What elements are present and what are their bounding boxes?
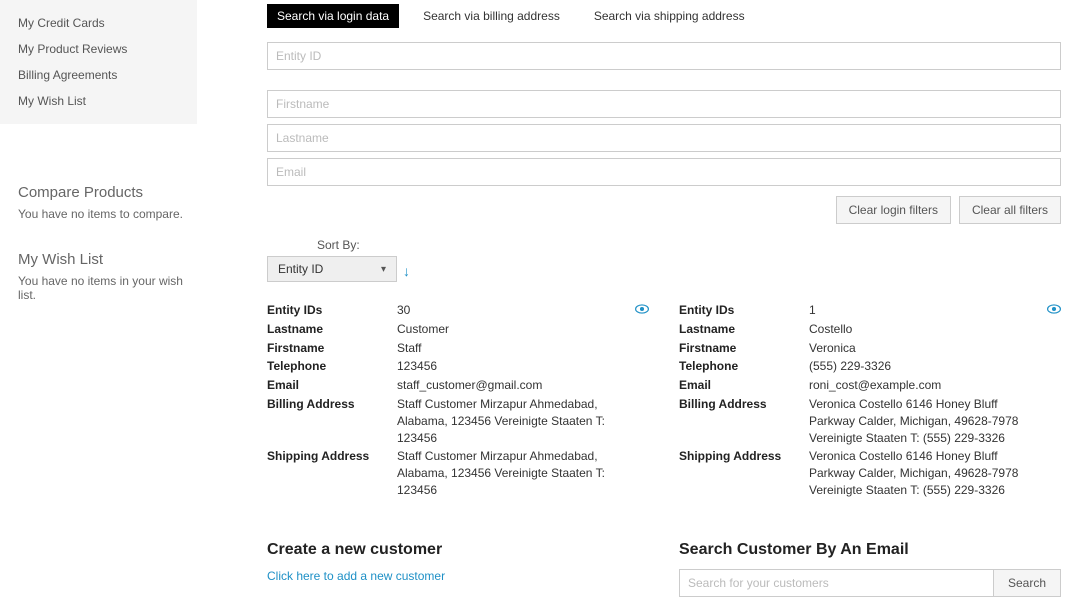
compare-title: Compare Products [18,184,183,201]
search-customer-title: Search Customer By An Email [679,541,1061,559]
value-lastname: Costello [809,321,1045,338]
filter-entity-id-input[interactable] [267,42,1061,70]
sort-by-select[interactable]: Entity ID ▾ [267,256,397,282]
filter-lastname-input[interactable] [267,124,1061,152]
search-customer-button[interactable]: Search [993,570,1060,596]
filter-firstname-input[interactable] [267,90,1061,118]
value-billing-address: Staff Customer Mirzapur Ahmedabad, Alaba… [397,396,633,446]
wishlist-title: My Wish List [18,251,183,268]
label-lastname: Lastname [267,321,397,338]
label-shipping-address: Shipping Address [267,448,397,498]
value-shipping-address: Staff Customer Mirzapur Ahmedabad, Alaba… [397,448,633,498]
sidebar-item-product-reviews[interactable]: My Product Reviews [0,36,197,62]
label-firstname: Firstname [679,340,809,357]
tab-search-billing[interactable]: Search via billing address [413,4,570,28]
value-firstname: Staff [397,340,633,357]
value-email: staff_customer@gmail.com [397,377,633,394]
sidebar-item-credit-cards[interactable]: My Credit Cards [0,10,197,36]
view-customer-icon[interactable] [635,304,649,314]
label-lastname: Lastname [679,321,809,338]
value-telephone: (555) 229-3326 [809,358,1045,375]
chevron-down-icon: ▾ [381,264,386,275]
label-billing-address: Billing Address [267,396,397,446]
search-customer-input[interactable] [680,570,993,596]
value-billing-address: Veronica Costello 6146 Honey Bluff Parkw… [809,396,1045,446]
label-email: Email [267,377,397,394]
clear-all-filters-button[interactable]: Clear all filters [959,196,1061,224]
customer-card: Entity IDs1 LastnameCostello FirstnameVe… [679,302,1061,501]
value-telephone: 123456 [397,358,633,375]
label-telephone: Telephone [267,358,397,375]
value-email: roni_cost@example.com [809,377,1045,394]
compare-text: You have no items to compare. [18,207,183,221]
sort-direction-icon[interactable]: ↓ [403,264,410,282]
value-firstname: Veronica [809,340,1045,357]
value-entity-id: 30 [397,302,633,319]
sort-by-label: Sort By: [317,238,397,252]
customer-card: Entity IDs30 LastnameCustomer FirstnameS… [267,302,649,501]
sidebar-item-wish-list[interactable]: My Wish List [0,88,197,114]
tab-search-shipping[interactable]: Search via shipping address [584,4,755,28]
clear-login-filters-button[interactable]: Clear login filters [836,196,951,224]
filter-email-input[interactable] [267,158,1061,186]
value-lastname: Customer [397,321,633,338]
value-shipping-address: Veronica Costello 6146 Honey Bluff Parkw… [809,448,1045,498]
create-customer-title: Create a new customer [267,541,649,559]
wishlist-text: You have no items in your wish list. [18,274,183,302]
sort-by-selected: Entity ID [278,262,323,276]
label-email: Email [679,377,809,394]
sidebar-item-billing-agreements[interactable]: Billing Agreements [0,62,197,88]
create-customer-link[interactable]: Click here to add a new customer [267,569,649,583]
tab-search-login[interactable]: Search via login data [267,4,399,28]
label-entity-ids: Entity IDs [267,302,397,319]
label-telephone: Telephone [679,358,809,375]
label-entity-ids: Entity IDs [679,302,809,319]
label-shipping-address: Shipping Address [679,448,809,498]
view-customer-icon[interactable] [1047,304,1061,314]
label-firstname: Firstname [267,340,397,357]
label-billing-address: Billing Address [679,396,809,446]
value-entity-id: 1 [809,302,1045,319]
